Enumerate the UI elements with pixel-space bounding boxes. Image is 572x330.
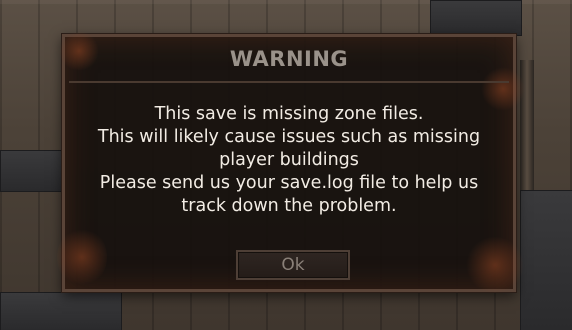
message-line: track down the problem. [181,196,397,216]
background-machinery [520,190,572,330]
warning-dialog: WARNING This save is missing zone files.… [57,31,525,293]
message-line: This will likely cause issues such as mi… [97,127,481,147]
background-crate [430,0,522,36]
message-line: This save is missing zone files. [154,104,424,124]
message-line: player buildings [219,150,359,170]
background-crate [0,292,122,330]
title-divider [69,81,509,83]
dialog-message: This save is missing zone files. This wi… [73,103,505,218]
rust-stain [57,227,107,287]
message-line: Please send us your save.log file to hel… [99,173,479,193]
game-scene-background: WARNING This save is missing zone files.… [0,0,572,330]
ok-button[interactable]: Ok [236,250,350,280]
rust-stain [465,237,525,293]
dialog-title: WARNING [229,47,349,71]
background-crate [0,150,64,192]
